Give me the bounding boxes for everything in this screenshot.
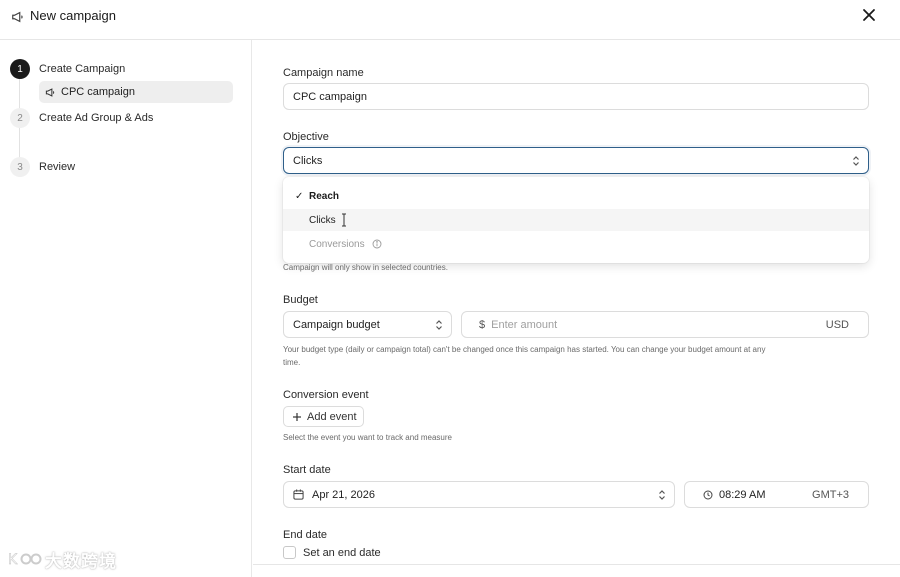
start-date-value: Apr 21, 2026 xyxy=(312,488,375,501)
step-number: 1 xyxy=(10,59,30,79)
option-conversions: Conversions xyxy=(283,233,869,255)
step-create-campaign[interactable]: 1 Create Campaign xyxy=(10,59,125,79)
megaphone-icon xyxy=(45,87,55,97)
substep-label: CPC campaign xyxy=(61,86,135,98)
watermark: K 大数跨境 xyxy=(8,546,120,572)
footer-divider xyxy=(253,564,900,577)
check-icon: ✓ xyxy=(295,190,304,202)
step-number: 2 xyxy=(10,108,30,128)
set-end-date-label: Set an end date xyxy=(303,547,381,559)
start-time-picker[interactable]: 08:29 AM GMT+3 xyxy=(684,481,869,508)
step-create-ad-group[interactable]: 2 Create Ad Group & Ads xyxy=(10,108,153,128)
page-title: New campaign xyxy=(30,8,116,23)
info-icon xyxy=(372,239,382,249)
option-clicks[interactable]: Clicks xyxy=(283,209,869,231)
objective-select[interactable]: Clicks xyxy=(283,147,869,174)
budget-amount-input[interactable]: $ Enter amount USD xyxy=(461,311,869,338)
campaign-form: Campaign name CPC campaign Objective Cli… xyxy=(253,40,900,577)
step-label: Create Campaign xyxy=(39,63,126,75)
option-reach[interactable]: ✓ Reach xyxy=(283,185,869,207)
watermark-text: 大数跨境 xyxy=(45,551,117,571)
budget-type-value: Campaign budget xyxy=(293,318,380,331)
objective-dropdown-menu: ✓ Reach Clicks Conversions xyxy=(283,177,869,263)
option-label: Clicks xyxy=(309,214,336,226)
option-label: Reach xyxy=(309,190,340,202)
option-label: Conversions xyxy=(309,238,365,250)
calendar-icon xyxy=(293,489,304,500)
chevron-updown-icon xyxy=(659,490,665,500)
step-label: Review xyxy=(39,161,76,173)
start-time-value: 08:29 AM xyxy=(719,488,766,501)
chevron-updown-icon xyxy=(436,320,442,330)
substep-cpc-campaign[interactable]: CPC campaign xyxy=(39,81,233,103)
objective-label: Objective xyxy=(283,131,329,143)
conversion-event-help: Select the event you want to track and m… xyxy=(283,433,452,442)
timezone-value: GMT+3 xyxy=(812,488,849,501)
step-review[interactable]: 3 Review xyxy=(10,157,75,177)
start-date-picker[interactable]: Apr 21, 2026 xyxy=(283,481,675,508)
add-event-label: Add event xyxy=(307,410,357,423)
clock-icon xyxy=(703,490,713,499)
set-end-date-checkbox[interactable] xyxy=(283,546,296,559)
step-number: 3 xyxy=(10,157,30,177)
steps-sidebar: 1 Create Campaign CPC campaign 2 Create … xyxy=(0,40,252,577)
svg-text:K: K xyxy=(8,552,18,568)
objective-value: Clicks xyxy=(293,154,323,167)
budget-help-line-1: Your budget type (daily or campaign tota… xyxy=(283,345,766,354)
plus-icon xyxy=(293,412,301,421)
add-event-button[interactable]: Add event xyxy=(283,406,364,427)
step-label: Create Ad Group & Ads xyxy=(39,112,154,124)
text-cursor-icon xyxy=(342,213,346,227)
budget-label: Budget xyxy=(283,294,318,306)
currency-symbol: $ xyxy=(479,318,486,331)
campaign-name-label: Campaign name xyxy=(283,67,364,79)
campaign-name-input[interactable]: CPC campaign xyxy=(283,83,869,110)
campaign-name-value: CPC campaign xyxy=(293,90,367,103)
start-date-label: Start date xyxy=(283,464,331,476)
watermark-logo-icon: K xyxy=(8,552,42,568)
modal-header: New campaign xyxy=(0,0,900,40)
conversion-event-label: Conversion event xyxy=(283,389,369,401)
budget-help-line-2: time. xyxy=(283,358,301,367)
close-icon[interactable] xyxy=(860,6,878,24)
countries-help-text: Campaign will only show in selected coun… xyxy=(283,263,448,272)
budget-type-select[interactable]: Campaign budget xyxy=(283,311,452,338)
chevron-updown-icon xyxy=(853,156,859,166)
step-connector xyxy=(19,127,20,159)
currency-code: USD xyxy=(825,318,849,331)
end-date-label: End date xyxy=(283,529,328,541)
budget-amount-placeholder: Enter amount xyxy=(491,318,558,331)
megaphone-icon xyxy=(12,11,23,23)
step-connector xyxy=(19,78,20,110)
